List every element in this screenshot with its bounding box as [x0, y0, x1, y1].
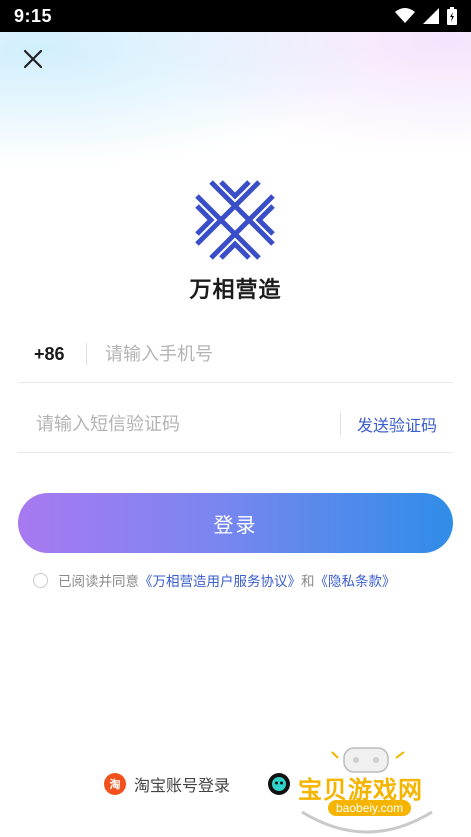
divider: [86, 343, 87, 365]
agreement: 已阅读并同意 《万相营造用户服务协议》 和 《隐私条款》: [33, 570, 396, 590]
battery-icon: [447, 7, 457, 25]
status-icons: [395, 7, 457, 25]
agreement-checkbox[interactable]: [33, 572, 48, 588]
taobao-icon: 淘: [104, 773, 126, 795]
login-button[interactable]: 登录: [18, 493, 453, 553]
watermark: 宝贝游戏网 baobeiy.com: [292, 742, 442, 837]
agreement-conjunction: 和: [301, 574, 315, 590]
close-icon: [23, 49, 43, 69]
signal-icon: [423, 8, 439, 24]
app-logo: [195, 180, 275, 260]
alternative-logins: 淘 淘宝账号登录: [104, 772, 291, 796]
agreement-prefix: 已阅读并同意: [58, 574, 139, 590]
header-background: [0, 32, 471, 202]
taobao-login-button[interactable]: 淘 淘宝账号登录: [104, 772, 230, 796]
phone-input[interactable]: [105, 334, 453, 374]
other-login-button[interactable]: [268, 773, 291, 795]
verification-code-input[interactable]: [18, 404, 340, 444]
phone-input-row: +86: [18, 326, 453, 383]
country-code-selector[interactable]: +86: [18, 344, 86, 365]
wifi-icon: [395, 8, 415, 23]
verification-code-row: 发送验证码: [18, 396, 453, 453]
watermark-url: baobeiy.com: [328, 800, 412, 816]
send-code-button[interactable]: 发送验证码: [341, 412, 453, 436]
taobao-login-label: 淘宝账号登录: [134, 776, 231, 795]
cartoon-face-icon: [268, 773, 291, 795]
status-bar: 9:15: [0, 0, 471, 32]
privacy-policy-link[interactable]: 《隐私条款》: [315, 570, 396, 590]
close-button[interactable]: [18, 44, 48, 74]
app-name: 万相营造: [189, 278, 282, 303]
user-agreement-link[interactable]: 《万相营造用户服务协议》: [139, 570, 301, 590]
status-time: 9:15: [14, 5, 53, 26]
